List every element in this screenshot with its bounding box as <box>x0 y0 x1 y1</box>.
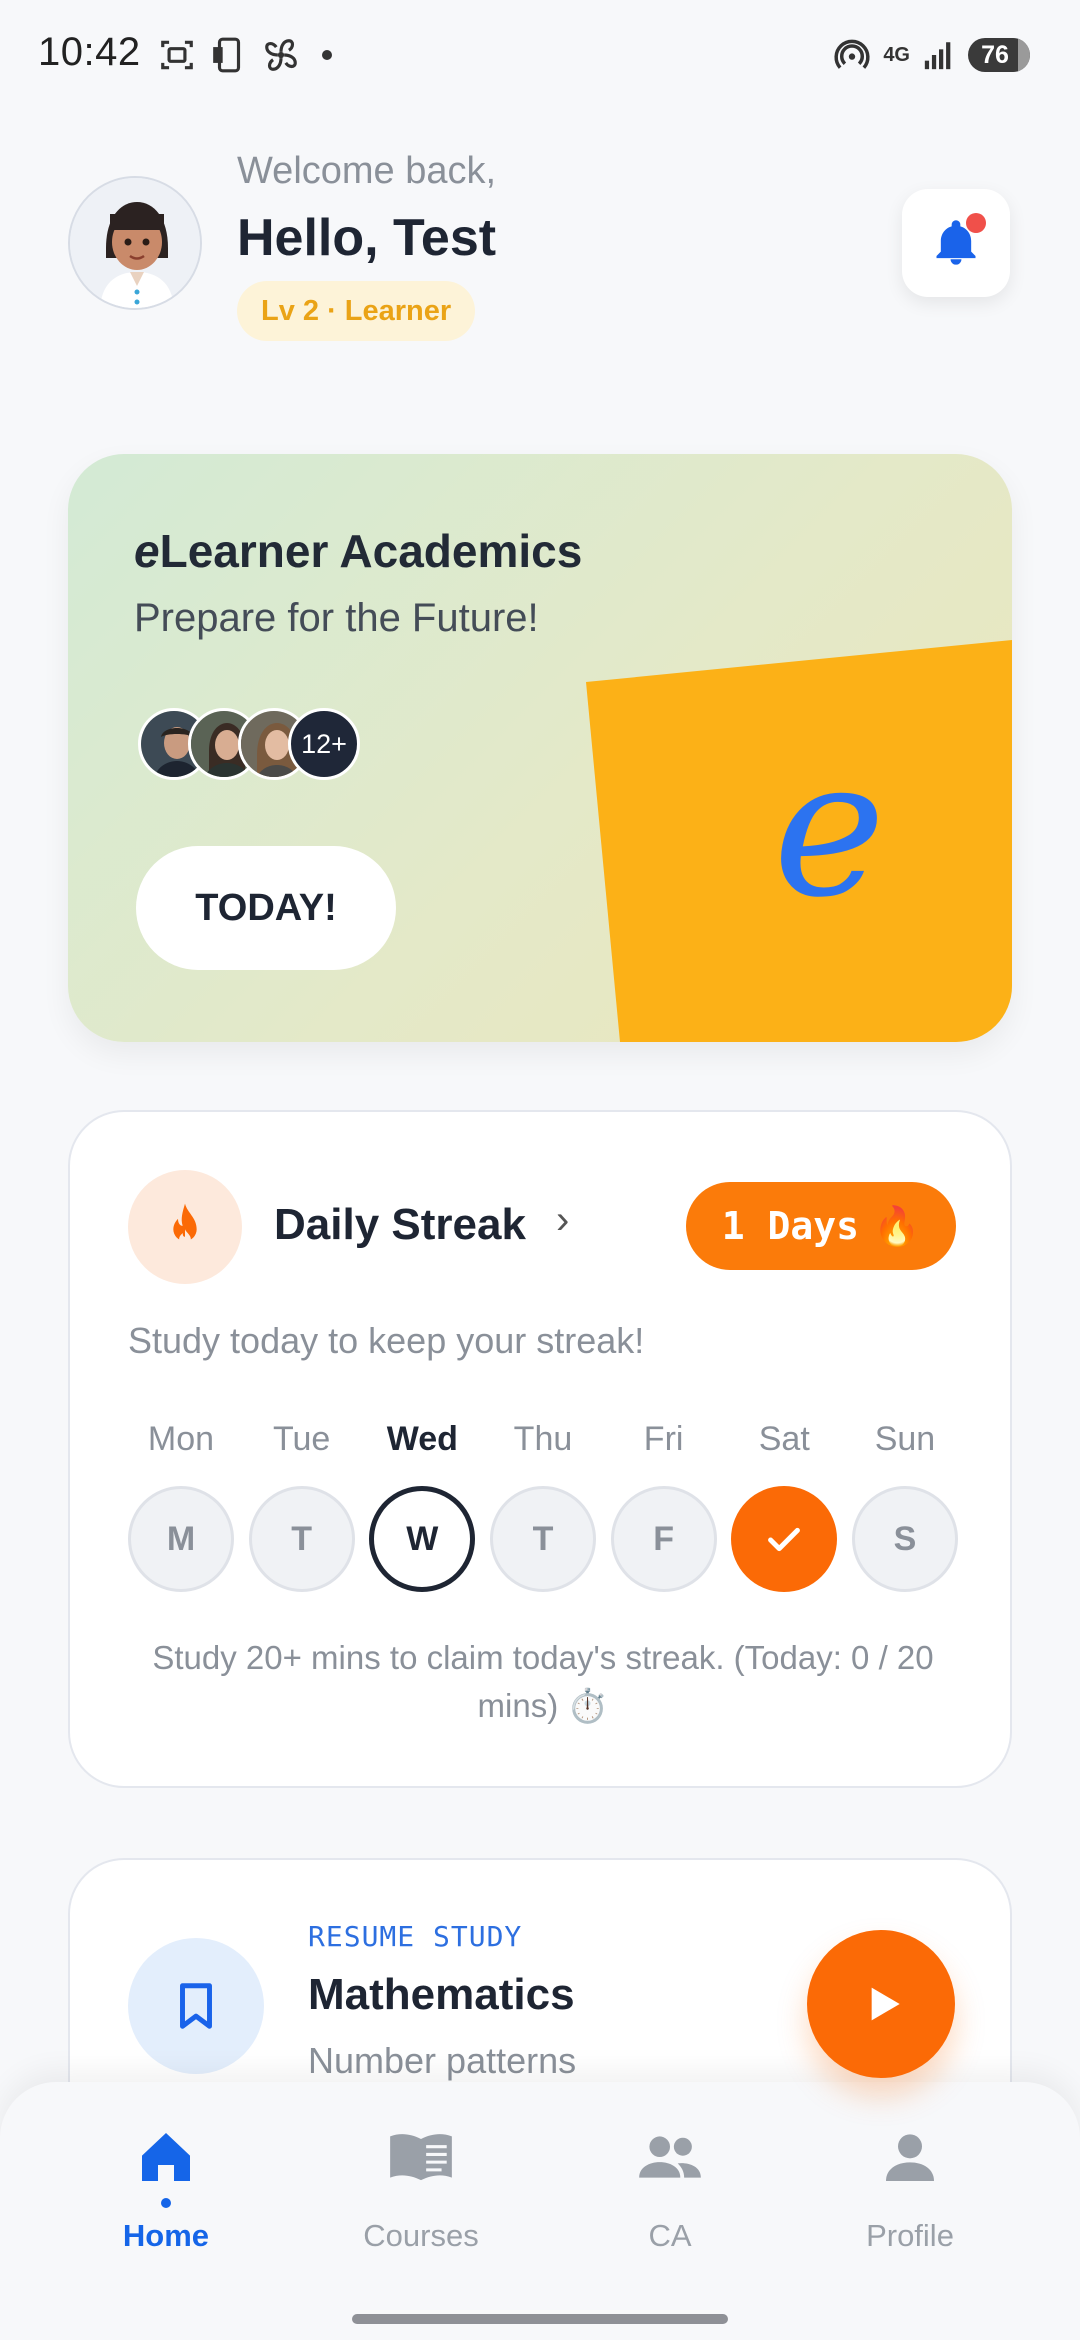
streak-note: Study 20+ mins to claim today's streak. … <box>152 1639 934 1724</box>
flame-icon <box>173 1203 197 1245</box>
nav-label-courses: Courses <box>363 2218 479 2253</box>
home-icon <box>134 2122 198 2192</box>
elearner-logo: e <box>773 718 886 939</box>
battery-indicator: 76 <box>968 38 1030 72</box>
day-circle-fri: F <box>610 1486 717 1592</box>
day-label-thu: Thu <box>513 1420 573 1458</box>
resume-topic: Number patterns <box>308 2040 577 2081</box>
day-label-mon: Mon <box>147 1420 215 1458</box>
notification-dot-icon <box>322 50 332 60</box>
status-bar: 10:42 4G 76 <box>0 0 1080 110</box>
status-time: 10:42 <box>38 30 141 74</box>
book-icon <box>385 2122 457 2192</box>
notifications-button[interactable] <box>902 189 1010 297</box>
week-day-labels: Mon Tue Wed Thu Fri Sat Sun <box>128 1420 958 1459</box>
daily-streak-card: Daily Streak › 1 Days 🔥 Study today to k… <box>68 1110 1012 1788</box>
streak-hint: Study today to keep your streak! <box>128 1320 645 1361</box>
streak-title[interactable]: Daily Streak <box>274 1200 526 1250</box>
play-button[interactable] <box>807 1930 955 2078</box>
nav-label-ca: CA <box>648 2218 692 2253</box>
day-label-tue: Tue <box>272 1420 331 1458</box>
fire-emoji-icon: 🔥 <box>872 1203 921 1248</box>
screenshot-icon <box>161 40 193 70</box>
hero-title-rest: Learner Academics <box>159 525 583 577</box>
day-circle-sat <box>731 1486 838 1592</box>
hero-avatar-group: 12+ <box>138 708 360 780</box>
today-button[interactable]: TODAY! <box>136 846 396 970</box>
day-circle-wed: W <box>369 1486 476 1592</box>
nav-label-home: Home <box>122 2218 210 2253</box>
hero-banner[interactable]: eLearner Academics Prepare for the Futur… <box>68 454 1012 1042</box>
hotspot-icon <box>834 39 870 69</box>
day-circle-mon: M <box>128 1486 234 1592</box>
network-type: 4G <box>883 43 910 66</box>
nav-label-profile: Profile <box>866 2218 954 2253</box>
nav-item-courses[interactable]: Courses <box>311 2122 531 2254</box>
streak-days-label: 1 Days <box>721 1204 859 1248</box>
week-day-circles: M T W T F S <box>128 1486 958 1592</box>
person-icon <box>878 2122 942 2192</box>
day-label-sun: Sun <box>874 1420 936 1458</box>
bookmark-badge <box>128 1938 264 2074</box>
user-avatar[interactable] <box>68 176 202 310</box>
fan-icon <box>265 39 297 71</box>
group-icon <box>634 2122 706 2192</box>
day-circle-thu: T <box>489 1486 596 1592</box>
day-label-fri: Fri <box>643 1420 684 1458</box>
hero-subtitle: Prepare for the Future! <box>134 596 539 640</box>
gesture-home-indicator[interactable] <box>352 2314 728 2324</box>
welcome-text: Welcome back, <box>237 150 497 192</box>
hero-title: eLearner Academics <box>134 524 582 578</box>
day-circle-tue: T <box>248 1486 355 1592</box>
avatar-illustration <box>70 178 200 308</box>
nav-item-home[interactable]: Home <box>56 2122 276 2254</box>
chevron-right-icon[interactable]: › <box>556 1198 569 1243</box>
day-label-wed: Wed <box>386 1420 458 1458</box>
streak-flame-badge <box>128 1170 242 1284</box>
more-members-badge: 12+ <box>288 708 360 780</box>
streak-days-pill: 1 Days 🔥 <box>686 1182 956 1270</box>
day-label-sat: Sat <box>758 1420 810 1458</box>
greeting-title: Hello, Test <box>237 209 497 267</box>
resume-subject: Mathematics <box>308 1970 575 2019</box>
bookmark-icon <box>180 1983 212 2029</box>
status-icons-left <box>158 36 332 74</box>
play-icon <box>871 1987 900 2021</box>
nav-active-indicator <box>161 2198 171 2208</box>
resume-label: RESUME STUDY <box>308 1920 523 1953</box>
checkmark-icon <box>768 1527 801 1552</box>
status-icons-right: 4G 76 <box>833 36 1030 74</box>
device-icon <box>213 37 241 73</box>
nav-item-ca[interactable]: CA <box>560 2122 780 2254</box>
battery-level: 76 <box>981 40 1009 69</box>
hero-title-prefix: e <box>134 525 160 577</box>
notification-badge <box>966 213 986 233</box>
nav-item-profile[interactable]: Profile <box>800 2122 1020 2254</box>
signal-icon <box>924 42 951 70</box>
day-circle-sun: S <box>851 1486 958 1592</box>
level-badge: Lv 2 · Learner <box>237 281 476 341</box>
bottom-navigation: Home Courses CA Profile <box>0 2082 1080 2340</box>
